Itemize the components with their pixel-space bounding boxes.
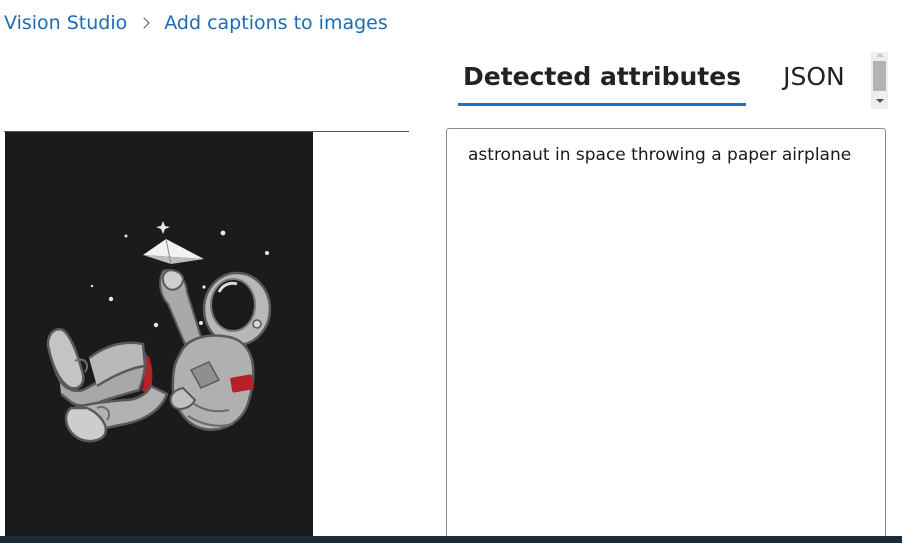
- breadcrumb: Vision Studio Add captions to images: [4, 12, 388, 34]
- tab-json[interactable]: JSON: [778, 58, 850, 106]
- astronaut-torso: [171, 334, 255, 431]
- astronaut-illustration: [46, 221, 272, 443]
- astronaut-helmet: [202, 271, 272, 347]
- tab-detected-attributes[interactable]: Detected attributes: [458, 58, 747, 106]
- breadcrumb-current-link[interactable]: Add captions to images: [164, 12, 388, 34]
- paper-airplane: [143, 238, 204, 265]
- scroll-down-arrow-icon[interactable]: [876, 99, 884, 103]
- tabs-scrollbar[interactable]: [871, 52, 888, 109]
- astronaut-arm: [159, 268, 203, 346]
- scrollbar-thumb[interactable]: [873, 61, 886, 91]
- caption-result-text: astronaut in space throwing a paper airp…: [468, 145, 852, 165]
- vision-studio-page: Vision Studio Add captions to images Det…: [0, 0, 902, 543]
- chevron-right-icon: [138, 17, 150, 29]
- scroll-up-arrow-icon[interactable]: [876, 53, 884, 57]
- result-tabs: Detected attributes JSON: [458, 58, 850, 106]
- breadcrumb-vision-studio-link[interactable]: Vision Studio: [4, 12, 127, 34]
- bottom-edge-bar: [0, 536, 902, 543]
- image-preview-panel: [4, 131, 409, 543]
- uploaded-image: [5, 132, 313, 543]
- caption-result-box: astronaut in space throwing a paper airp…: [446, 128, 886, 543]
